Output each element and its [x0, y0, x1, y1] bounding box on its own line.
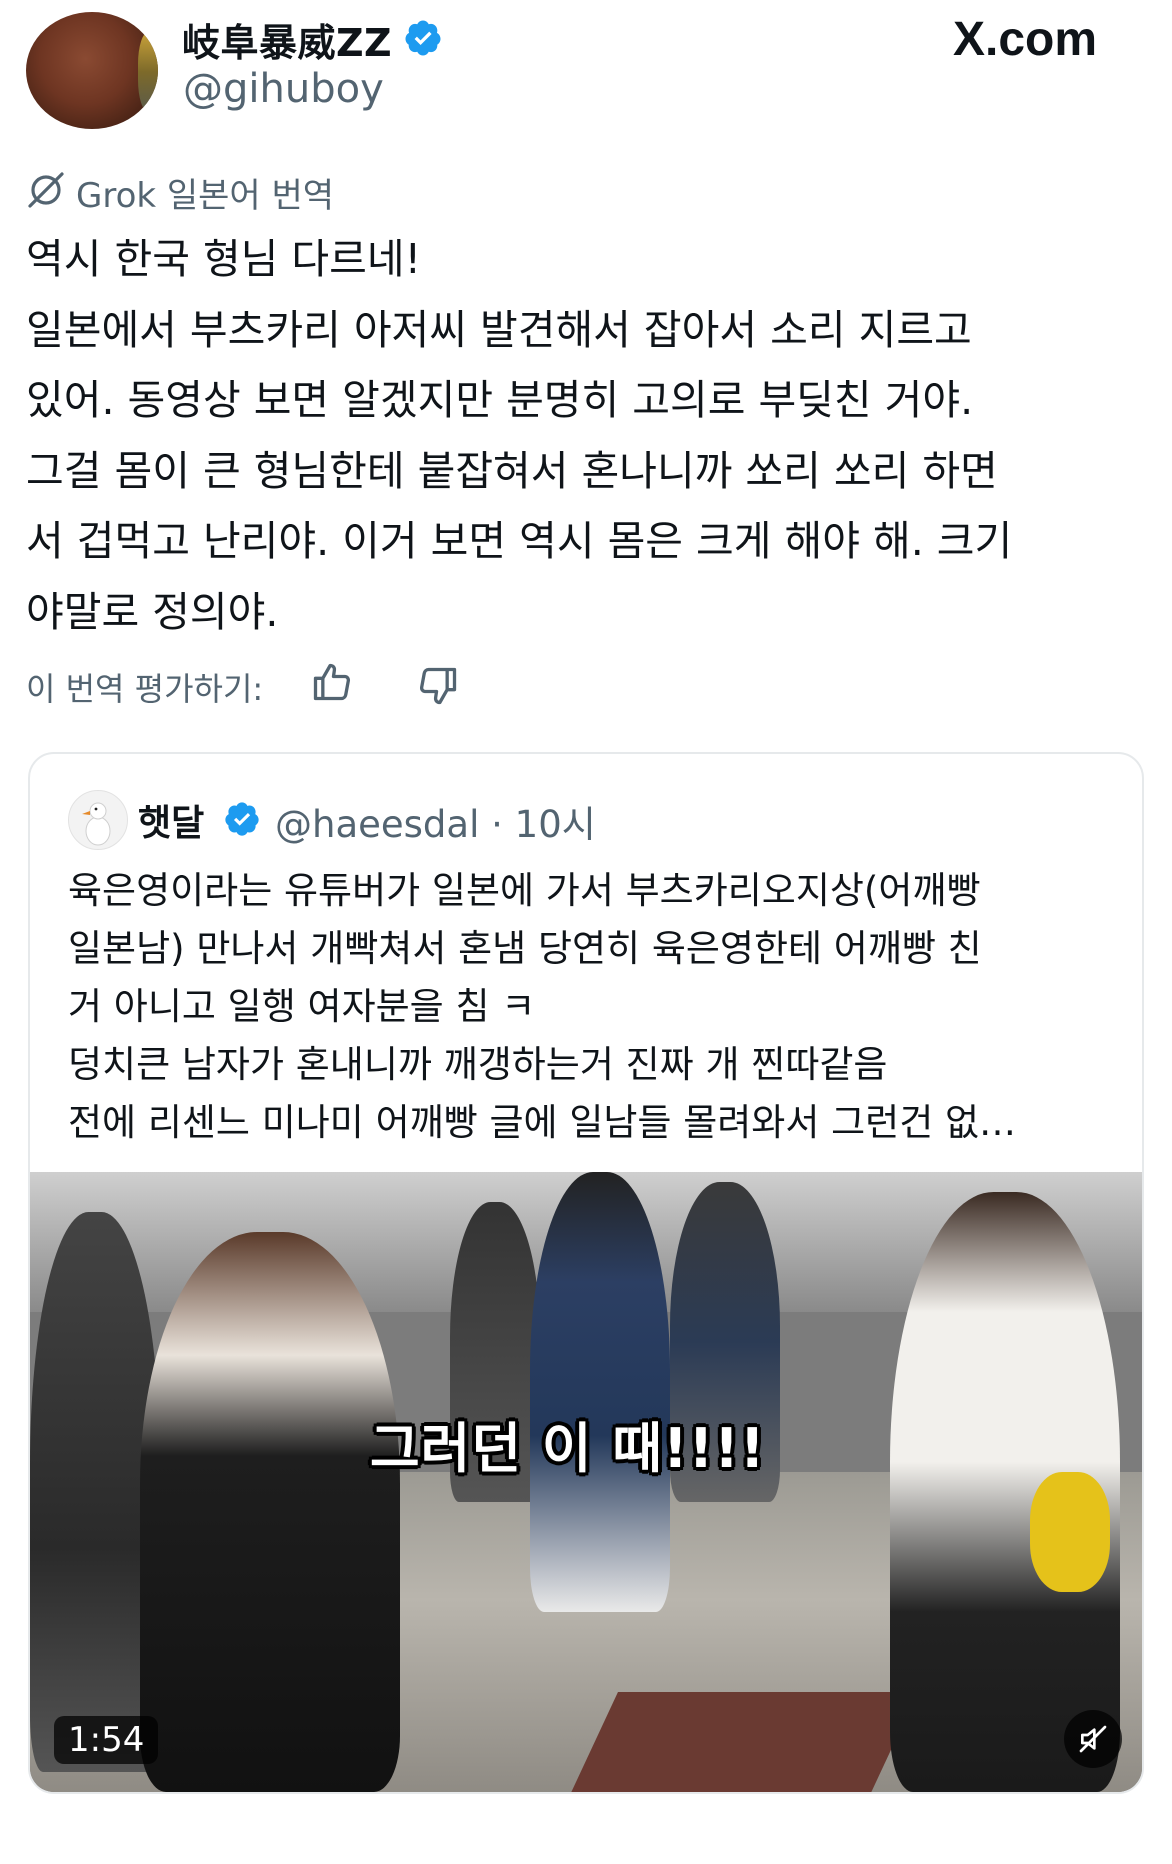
quoted-tweet-text: 육은영이라는 유튜버가 일본에 가서 부츠카리오지상(어깨빵 일본남) 만나서 … — [68, 862, 1118, 1152]
video-subtitle: 그러던 이 때!!!! — [370, 1417, 766, 1480]
tweet-text-line: 서 겁먹고 난리야. 이거 보면 역시 몸은 크게 해야 해. 크기 — [26, 517, 1013, 565]
quoted-text-line: 전에 리센느 미나미 어깨빵 글에 일남들 몰려와서 그런건 없… — [68, 1101, 1017, 1144]
verified-badge-icon — [405, 20, 441, 56]
tweet-text-line: 그걸 몸이 큰 형님한테 붙잡혀서 혼나니까 쏘리 쏘리 하면 — [26, 446, 998, 495]
tweet-text-line: 일본에서 부츠카리 아저씨 발견해서 잡아서 소리 지르고 — [26, 305, 972, 354]
video-scene-person — [530, 1172, 670, 1612]
tweet-text-line: 역시 한국 형님 다르네! — [26, 235, 422, 283]
x-com-logo: X.com — [953, 13, 1098, 66]
video-duration-badge: 1:54 — [54, 1716, 159, 1764]
video-scene-person — [140, 1232, 400, 1792]
quoted-author-avatar[interactable] — [68, 790, 128, 850]
tweet-header: 岐阜暴威ZZ @gihuboy X.com — [0, 0, 1172, 140]
quoted-text-line: 거 아니고 일행 여자분을 침 ㅋ — [68, 985, 536, 1028]
mute-button[interactable] — [1064, 1710, 1122, 1768]
tweet-text-line: 있어. 동영상 보면 알겠지만 분명히 고의로 부딪친 거야. — [26, 376, 974, 424]
thumbs-up-icon[interactable] — [310, 660, 354, 704]
quoted-text-line: 덩치큰 남자가 혼내니까 깨갱하는거 진짜 개 찐따같음 — [68, 1043, 888, 1086]
tweet-text-line: 야말로 정의야. — [26, 587, 279, 636]
quoted-author-name[interactable]: 햇달 — [138, 794, 204, 846]
author-handle[interactable]: @gihuboy — [183, 66, 384, 112]
translated-tweet-text: 역시 한국 형님 다르네! 일본에서 부츠카리 아저씨 발견해서 잡아서 소리 … — [26, 224, 1146, 647]
thumbs-down-icon[interactable] — [416, 664, 460, 708]
quoted-text-line: 육은영이라는 유튜버가 일본에 가서 부츠카리오지상(어깨빵 — [68, 869, 981, 912]
video-player[interactable]: 그러던 이 때!!!! 1:54 — [30, 1172, 1142, 1792]
quoted-tweet-card[interactable]: 햇달 @haeesdal · 10시 육은영이라는 유튜버가 일본에 가서 부츠… — [28, 752, 1144, 1794]
verified-badge-icon — [225, 802, 259, 836]
muted-speaker-icon — [1079, 1725, 1107, 1753]
goose-avatar-icon — [82, 802, 111, 846]
video-scene-floor-tile — [562, 1692, 918, 1792]
quoted-text-line: 일본남) 만나서 개빡쳐서 혼냄 당연히 육은영한테 어깨빵 친 — [68, 927, 982, 970]
rate-translation-label: 이 번역 평가하기: — [26, 670, 264, 708]
author-avatar[interactable] — [26, 12, 158, 129]
quoted-handle-time[interactable]: @haeesdal · 10시 — [275, 794, 596, 848]
grok-icon — [28, 172, 64, 208]
video-scene-bag — [1030, 1472, 1110, 1592]
author-display-name[interactable]: 岐阜暴威ZZ — [182, 12, 392, 67]
grok-label-text: Grok 일본어 번역 — [76, 176, 335, 216]
